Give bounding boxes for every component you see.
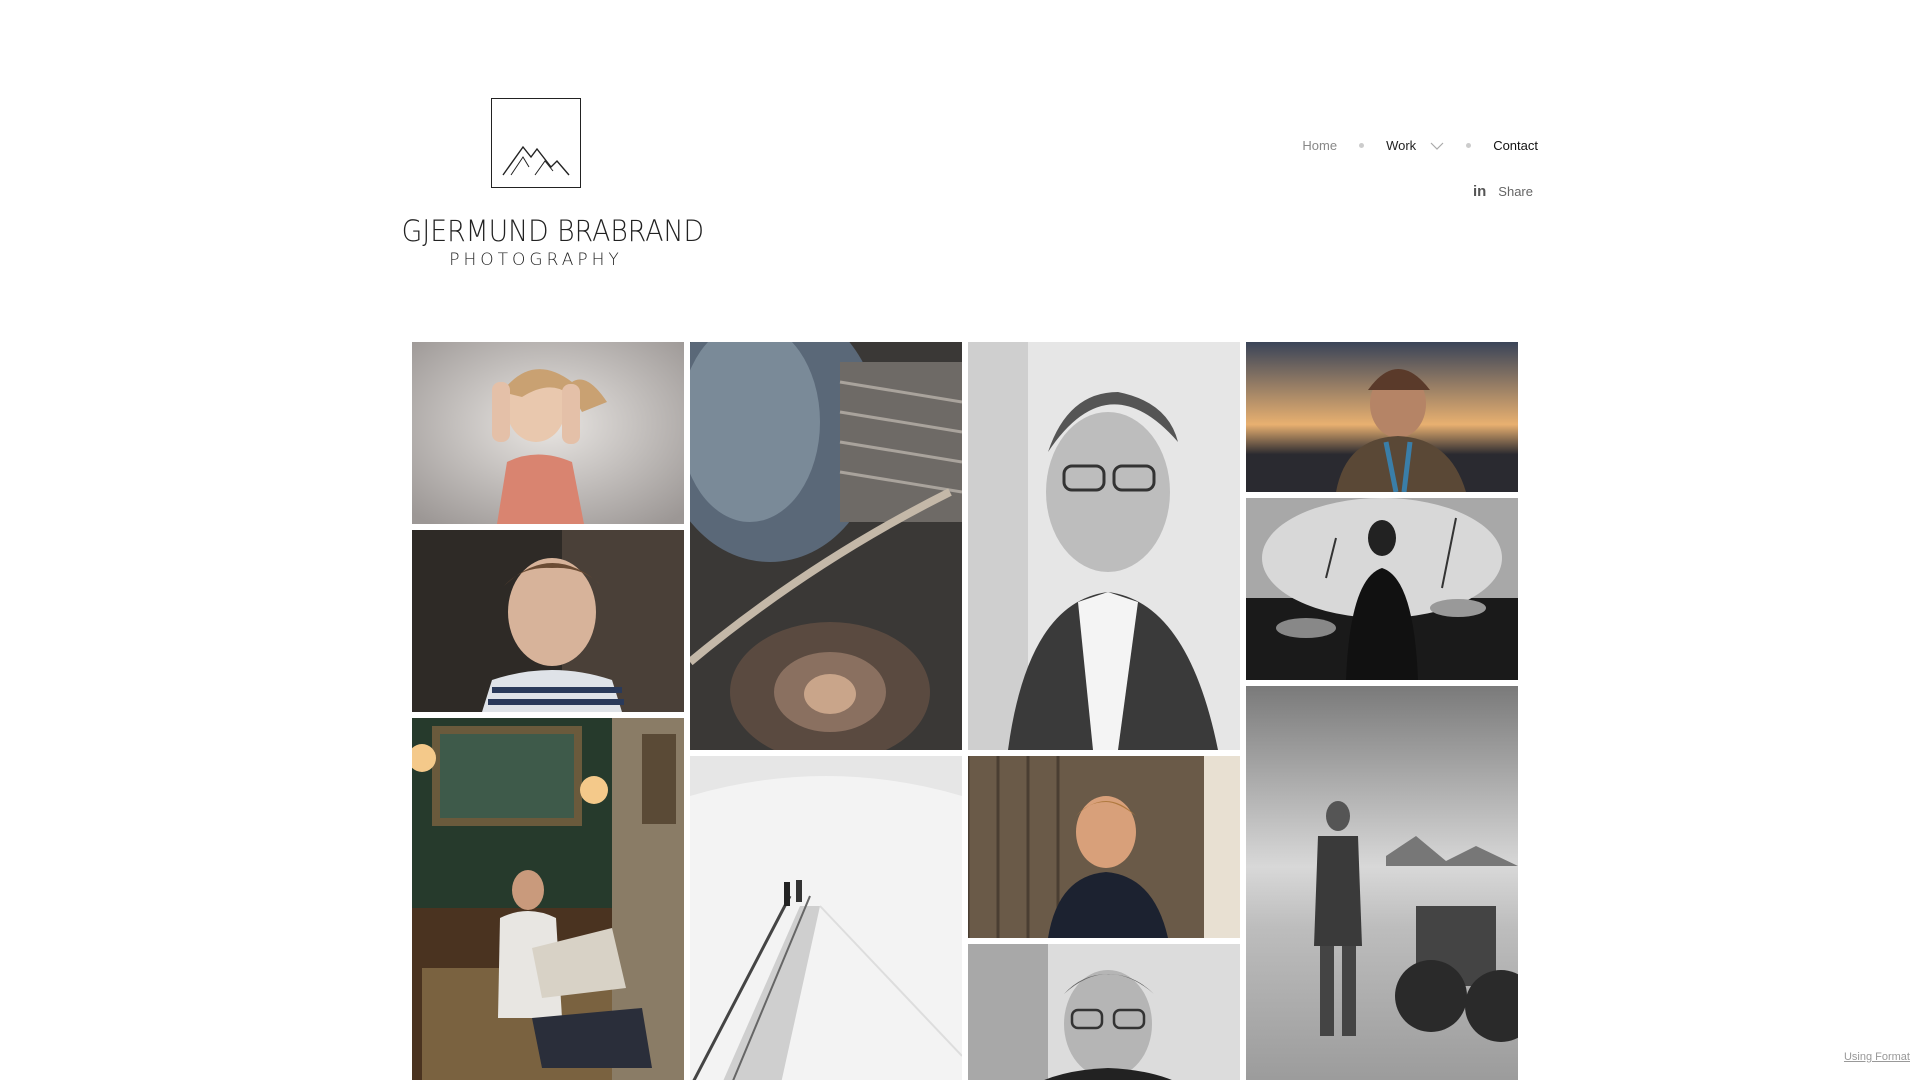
logo-name: GJERMUND BRABRAND — [401, 214, 705, 248]
nav-home[interactable]: Home — [1302, 138, 1337, 153]
man-barn-door-photo[interactable] — [968, 756, 1240, 938]
main-nav: Home Work Contact — [1302, 138, 1538, 153]
using-format-link[interactable]: Using Format — [1844, 1051, 1910, 1063]
linkedin-icon[interactable]: in — [1473, 183, 1486, 200]
chevron-down-icon[interactable] — [1430, 142, 1444, 150]
rusty-machinery-photo[interactable] — [690, 342, 962, 750]
mountain-logo-icon — [491, 98, 581, 188]
nav-separator — [1466, 143, 1472, 148]
man-sunset-photo[interactable] — [1246, 342, 1518, 492]
nav-contact[interactable]: Contact — [1493, 138, 1538, 153]
boy-portrait-photo[interactable] — [412, 530, 684, 712]
nav-separator — [1359, 143, 1365, 148]
man-beach-tractor-photo[interactable] — [1246, 686, 1518, 1080]
share-link[interactable]: Share — [1498, 184, 1533, 199]
older-man-portrait-photo[interactable] — [968, 342, 1240, 750]
nav-work[interactable]: Work — [1386, 138, 1444, 153]
share-row: in Share — [1473, 183, 1533, 200]
man-reading-newspaper-photo[interactable] — [412, 718, 684, 1080]
concert-stage-photo[interactable] — [1246, 498, 1518, 680]
logo-subtitle: PHOTOGRAPHY — [449, 250, 623, 270]
man-glasses-portrait-photo[interactable] — [968, 944, 1240, 1080]
escalator-photo[interactable] — [690, 756, 962, 1080]
site-logo[interactable]: GJERMUND BRABRAND PHOTOGRAPHY — [390, 98, 705, 270]
page: GJERMUND BRABRAND PHOTOGRAPHY Home Work … — [0, 0, 1920, 1080]
nav-work-label: Work — [1386, 138, 1417, 153]
girl-portrait-photo[interactable] — [412, 342, 684, 524]
